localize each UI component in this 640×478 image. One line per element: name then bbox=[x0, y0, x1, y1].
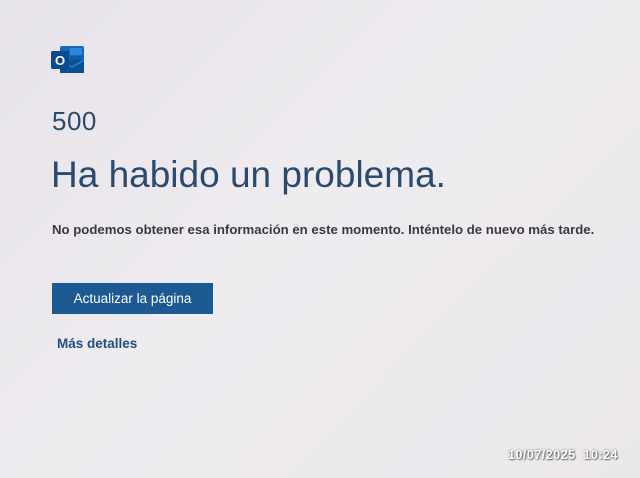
outlook-logo-icon: O bbox=[50, 44, 86, 76]
outlook-logo-letter: O bbox=[55, 53, 65, 68]
error-page: O 500 Ha habido un problema. No podemos … bbox=[0, 0, 640, 478]
error-code: 500 bbox=[52, 106, 97, 136]
photo-timestamp: 10/07/2025 10:24 bbox=[508, 448, 618, 462]
error-message: No podemos obtener esa información en es… bbox=[52, 222, 595, 237]
refresh-page-button[interactable]: Actualizar la página bbox=[52, 283, 213, 314]
page-title: Ha habido un problema. bbox=[51, 154, 446, 195]
more-details-link[interactable]: Más detalles bbox=[57, 336, 137, 351]
